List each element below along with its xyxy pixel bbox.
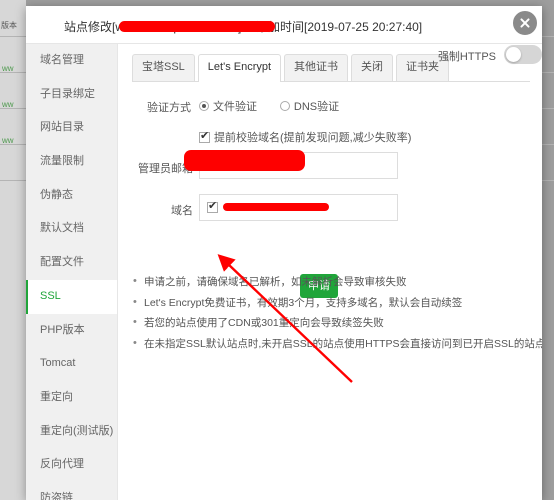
background-text-fragment-1: ww (2, 64, 14, 73)
title-redaction-bar (119, 21, 275, 32)
background-text-fragment-0: 版本 (1, 21, 17, 30)
modal-sidebar: 域名管理 子目录绑定 网站目录 流量限制 伪静态 默认文档 配置文件 SSL P… (26, 44, 118, 500)
admin-email-label: 管理员邮箱 (138, 163, 193, 175)
force-https-toggle[interactable] (504, 45, 542, 64)
tab-bt-ssl[interactable]: 宝塔SSL (132, 54, 195, 81)
tab-other-certificate[interactable]: 其他证书 (284, 54, 349, 81)
note-item: Let's Encrypt免费证书，有效期3个月，支持多域名，默认会自动续签 (132, 296, 532, 310)
close-icon[interactable] (510, 8, 540, 38)
domain-checkbox[interactable] (207, 200, 218, 213)
radio-file-verify-label: 文件验证 (213, 101, 257, 113)
radio-dns-verify[interactable] (279, 101, 290, 111)
note-item: 申请之前，请确保域名已解析，如未解析会导致审核失败 (132, 275, 532, 289)
sidebar-item-tomcat[interactable]: Tomcat (26, 347, 117, 381)
admin-email-redaction-bar (184, 150, 305, 171)
precheck-domain-label: 提前校验域名(提前发现问题,减少失败率) (214, 132, 412, 144)
sidebar-item-reverse-proxy[interactable]: 反向代理 (26, 448, 117, 482)
sidebar-item-anti-leech[interactable]: 防盗链 (26, 482, 117, 500)
verify-method-label: 验证方式 (147, 102, 191, 114)
force-https-label: 强制HTTPS (437, 51, 496, 63)
sidebar-item-php-version[interactable]: PHP版本 (26, 314, 117, 348)
site-edit-modal: 站点修改[www.example-site.com] -- 添加时间[2019-… (26, 6, 542, 500)
sidebar-item-default-document[interactable]: 默认文档 (26, 212, 117, 246)
tab-lets-encrypt[interactable]: Let's Encrypt (197, 54, 282, 82)
domain-redaction-bar (223, 203, 329, 211)
background-text-fragment-3: ww (2, 136, 14, 145)
ssl-notes-list: 申请之前，请确保域名已解析，如未解析会导致审核失败 Let's Encrypt免… (132, 275, 542, 358)
radio-file-verify[interactable] (199, 101, 209, 111)
note-item: 在未指定SSL默认站点时,未开启SSL的站点使用HTTPS会直接访问到已开启SS… (132, 337, 542, 351)
background-text-fragment-2: ww (2, 100, 14, 109)
modal-content: 宝塔SSL Let's Encrypt 其他证书 关闭 证书夹 强制HTTPS … (119, 44, 542, 500)
precheck-domain-row: 提前校验域名(提前发现问题,减少失败率) (199, 128, 411, 146)
sidebar-item-domain-manage[interactable]: 域名管理 (26, 44, 117, 78)
sidebar-item-config-file[interactable]: 配置文件 (26, 246, 117, 280)
sidebar-item-redirect-beta[interactable]: 重定向(测试版) (26, 415, 117, 449)
sidebar-item-ssl[interactable]: SSL (26, 279, 117, 314)
sidebar-item-rewrite[interactable]: 伪静态 (26, 179, 117, 213)
radio-dns-verify-label: DNS验证 (293, 101, 340, 113)
note-item: 若您的站点使用了CDN或301重定向会导致续签失败 (132, 316, 532, 330)
toggle-knob (506, 47, 521, 62)
precheck-domain-checkbox[interactable] (199, 130, 210, 143)
modal-title-bar: 站点修改[www.example-site.com] -- 添加时间[2019-… (26, 6, 542, 44)
sidebar-item-redirect[interactable]: 重定向 (26, 381, 117, 415)
sidebar-item-subdirectory-binding[interactable]: 子目录绑定 (26, 78, 117, 112)
sidebar-item-site-directory[interactable]: 网站目录 (26, 111, 117, 145)
domain-label: 域名 (171, 205, 193, 217)
title-prefix: 站点修改[ (64, 20, 116, 34)
sidebar-item-traffic-limit[interactable]: 流量限制 (26, 145, 117, 179)
tab-close[interactable]: 关闭 (351, 54, 394, 81)
verify-method-options: 文件验证 DNS验证 (199, 97, 339, 115)
